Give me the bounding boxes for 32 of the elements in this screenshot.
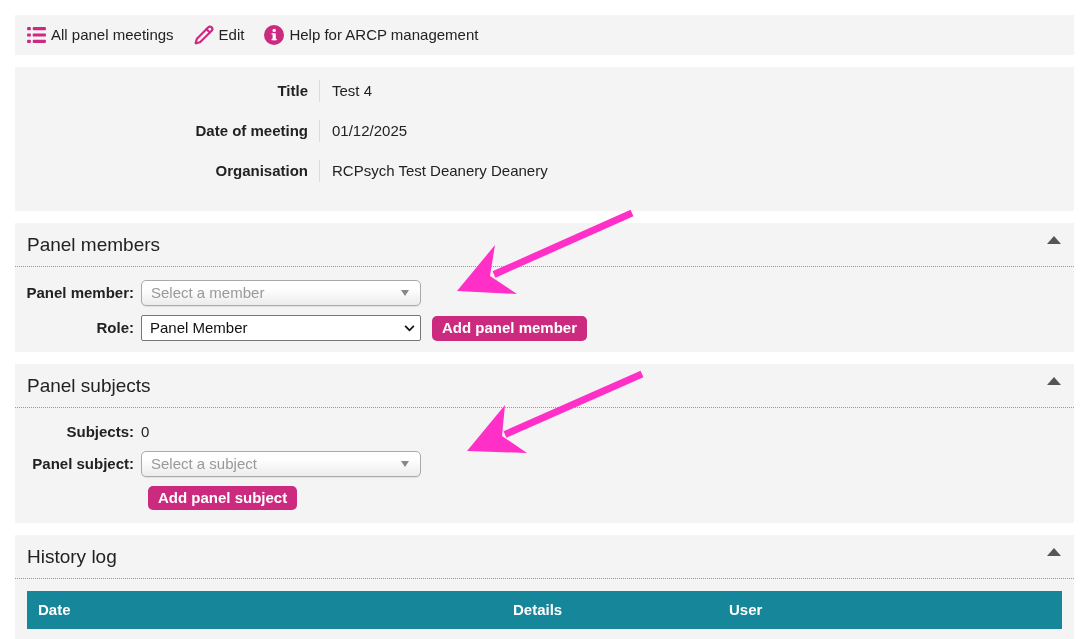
caret-up-icon[interactable]: [1047, 235, 1061, 244]
role-select[interactable]: Panel Member: [141, 315, 421, 341]
field-value: 01/12/2025: [319, 120, 408, 142]
field-label: Title: [276, 80, 308, 101]
add-member-button[interactable]: Add panel member: [432, 315, 588, 341]
caret-down-icon: [401, 461, 409, 467]
list-icon: [27, 27, 46, 43]
section-title: Panel subjects: [27, 376, 151, 395]
toolbar-link[interactable]: Help for ARCP management: [264, 23, 479, 47]
add-subject-button[interactable]: Add panel subject: [148, 486, 298, 510]
field-label: Role:: [95, 317, 134, 338]
field-label: Panel subject:: [31, 453, 134, 474]
pencil-icon: [193, 25, 214, 45]
caret-down-icon: [401, 290, 409, 296]
field-value: 0: [141, 421, 150, 442]
field-label: Date of meeting: [194, 120, 308, 141]
column-header: User: [728, 600, 763, 618]
column-header: Details: [512, 600, 563, 618]
field-label: Organisation: [214, 160, 308, 181]
field-label: Panel member:: [25, 282, 134, 303]
chevron-down-icon: [404, 324, 415, 332]
column-header: Date: [37, 600, 71, 618]
toolbar-link[interactable]: All panel meetings: [27, 23, 174, 47]
section-title: History log: [27, 547, 117, 566]
caret-up-icon[interactable]: [1047, 547, 1061, 556]
field-label: Subjects:: [65, 421, 134, 442]
field-value: RCPsych Test Deanery Deanery: [319, 160, 548, 182]
toolbar-link[interactable]: Edit: [193, 23, 245, 47]
field-value: Test 4: [319, 80, 373, 102]
section-title: Panel members: [27, 235, 161, 254]
caret-up-icon[interactable]: [1047, 376, 1061, 385]
info-icon: [264, 25, 285, 45]
